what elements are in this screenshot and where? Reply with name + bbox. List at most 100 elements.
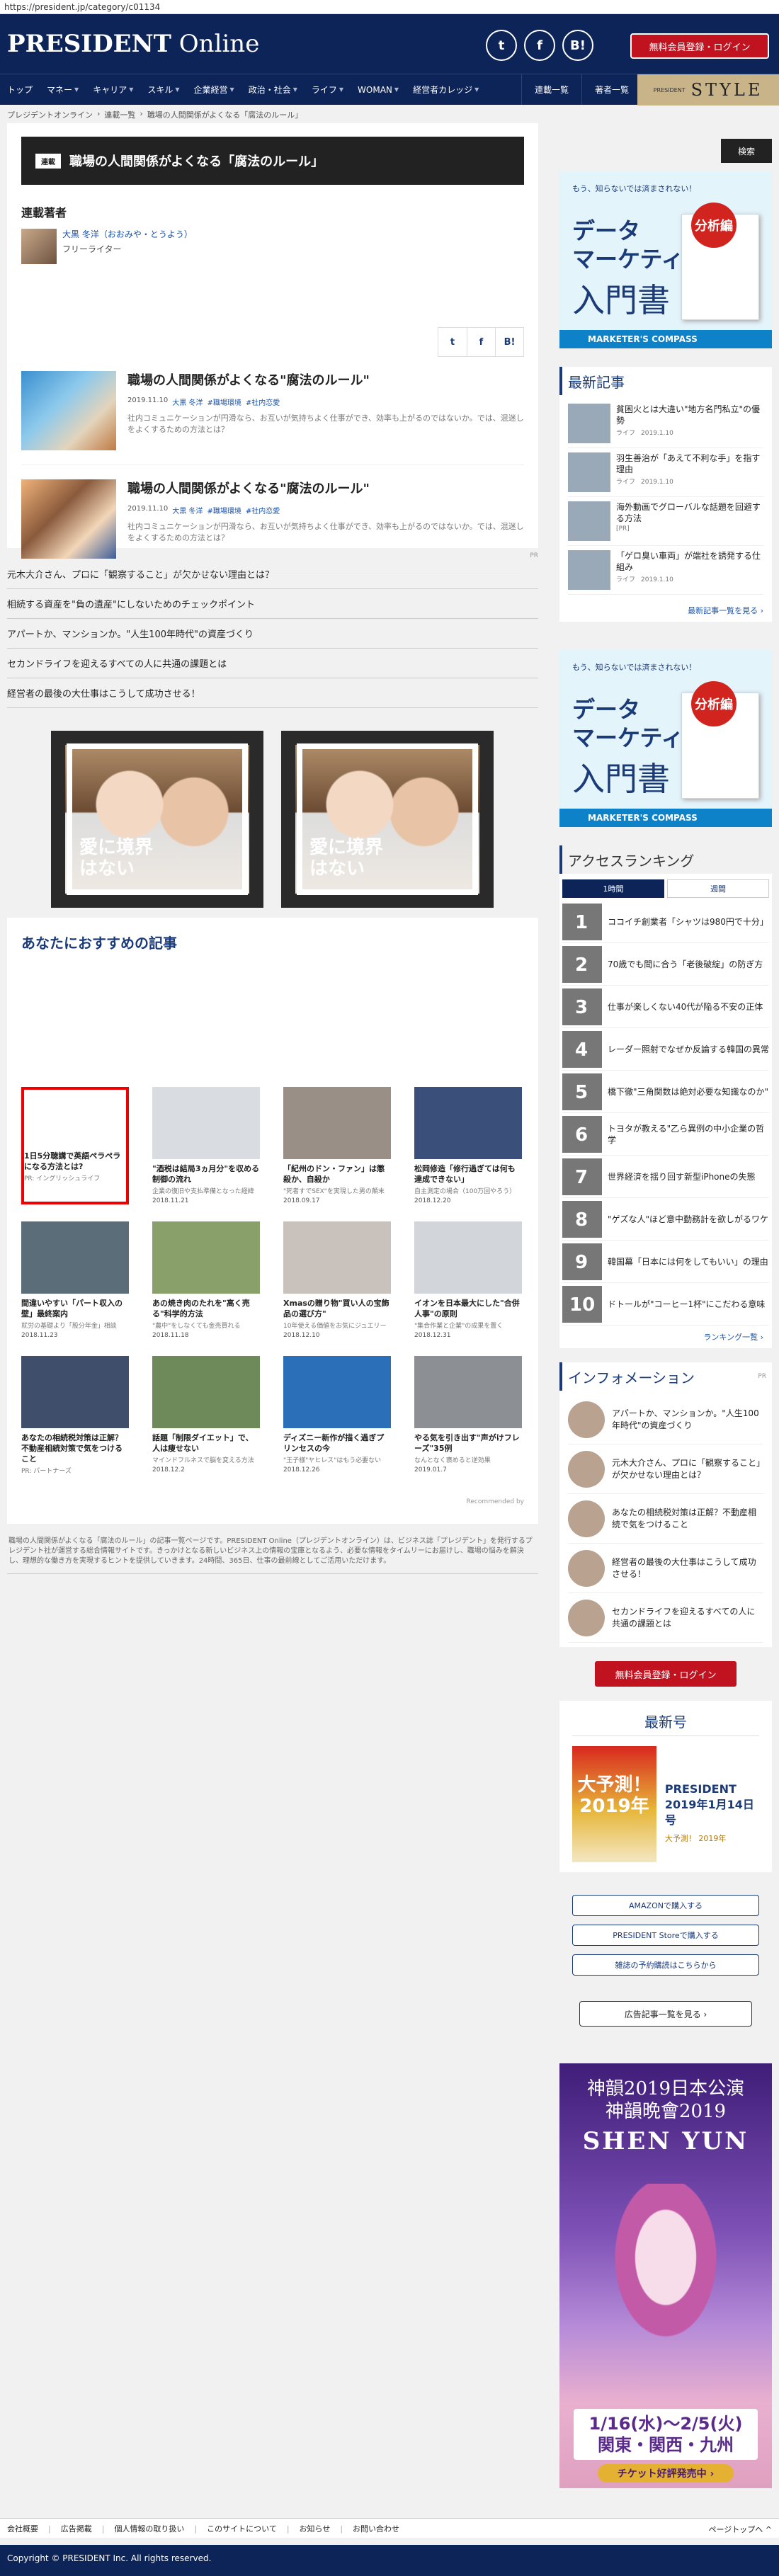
- latest-item[interactable]: 「ゲロ臭い車両」が端社を誘発する仕組み ライフ 2019.1.10: [568, 546, 763, 595]
- info-item[interactable]: セカンドライフを迎えるすべての人に共通の課題とは: [568, 1593, 763, 1643]
- info-item[interactable]: アパートか、マンションか。"人生100年時代"の資産づくり: [568, 1395, 763, 1444]
- ranking-item[interactable]: 7 世界経済を揺り回す新型iPhoneの失態: [562, 1156, 769, 1198]
- recommend-title[interactable]: 話題「制限ダイエット」で、人は痩せない: [152, 1432, 260, 1454]
- search-button[interactable]: 検索: [721, 139, 772, 163]
- recommend-item[interactable]: 1日5分聴講で英語ペラペラになる方法とは? PR: イングリッシュライフ: [21, 1087, 129, 1204]
- recommend-thumbnail[interactable]: [24, 1090, 126, 1146]
- president-style-link[interactable]: PRESIDENT STYLE: [637, 74, 779, 106]
- ranking-thumbnail[interactable]: 1: [562, 903, 602, 940]
- footer-link[interactable]: このサイトについて: [194, 2523, 277, 2534]
- recommend-thumbnail[interactable]: [152, 1087, 260, 1159]
- article-tag[interactable]: #職場環境: [207, 397, 241, 407]
- info-thumbnail[interactable]: [568, 1401, 605, 1438]
- ranking-title[interactable]: 橋下徹"三角関数は絶対必要な知識なのか": [608, 1086, 768, 1098]
- info-item[interactable]: 元木大介さん、プロに「観察すること」が欠かせない理由とは？: [568, 1444, 763, 1494]
- issue-cover[interactable]: 大予測！2019年: [572, 1746, 656, 1862]
- url-bar[interactable]: https://president.jp/category/c01134: [0, 0, 779, 14]
- breadcrumb-item[interactable]: 連載一覧: [104, 109, 135, 120]
- article-title[interactable]: 職場の人間関係がよくなる"腐法のルール": [127, 481, 524, 498]
- info-title[interactable]: 元木大介さん、プロに「観察すること」が欠かせない理由とは？: [612, 1457, 763, 1481]
- tab-weekly[interactable]: 週間: [666, 879, 769, 898]
- recommend-item[interactable]: あの焼き肉のたれを"高く売る"科学的方法 "農中"をしなくても金売買れる 2018.…: [152, 1221, 260, 1339]
- recommended-by[interactable]: Recommended by: [21, 1498, 524, 1505]
- ranking-thumbnail[interactable]: 9: [562, 1243, 602, 1280]
- ranking-thumbnail[interactable]: 5: [562, 1073, 602, 1110]
- pr-link[interactable]: 相続する資産を"負の遺産"にしないためのチェックポイント: [7, 589, 538, 619]
- ranking-thumbnail[interactable]: 4: [562, 1030, 602, 1068]
- nav-item[interactable]: スキル ▼: [140, 74, 186, 105]
- sidebar-ad-1[interactable]: もう、知らないでは済まされない！ データ マーケティング 入門書 分析編 MAR…: [559, 171, 772, 348]
- ranking-thumbnail[interactable]: 7: [562, 1158, 602, 1195]
- nav-item[interactable]: キャリア ▼: [86, 74, 140, 105]
- footer-link[interactable]: 個人情報の取り扱い: [102, 2523, 184, 2534]
- recommend-thumbnail[interactable]: [21, 1356, 129, 1428]
- nav-item[interactable]: ライフ ▼: [305, 74, 351, 105]
- latest-title[interactable]: 海外動画でグローバルな話題を回避する方法: [616, 501, 763, 524]
- info-title[interactable]: あなたの相続税対策は正解？不動産相続で気をつけること: [612, 1507, 763, 1531]
- ranking-item[interactable]: 5 橋下徹"三角関数は絶対必要な知識なのか": [562, 1071, 769, 1113]
- ranking-item[interactable]: 3 仕事が楽しくない40代が陥る不安の正体: [562, 986, 769, 1028]
- ad-banner-left[interactable]: 愛に境界はない: [51, 731, 263, 908]
- ranking-item[interactable]: 4 レーダー照射でなぜか反論する韓国の異常: [562, 1028, 769, 1071]
- ranking-thumbnail[interactable]: 3: [562, 988, 602, 1025]
- tab-hourly[interactable]: 1時間: [562, 879, 664, 898]
- author-photo[interactable]: [21, 229, 57, 264]
- share-twitter-icon[interactable]: t: [438, 328, 467, 356]
- latest-thumbnail[interactable]: [568, 501, 610, 541]
- info-title[interactable]: 経営者の最後の大仕事はこうして成功させる！: [612, 1556, 763, 1580]
- info-title[interactable]: セカンドライフを迎えるすべての人に共通の課題とは: [612, 1606, 763, 1630]
- sidebar-register-button[interactable]: 無料会員登録・ログイン: [595, 1661, 737, 1687]
- recommend-item[interactable]: あなたの相続税対策は正解？不動産相続対策で気をつけること PR: パートナーズ: [21, 1356, 129, 1477]
- recommend-title[interactable]: ディズニー新作が描く過ぎプリンセスの今: [283, 1432, 391, 1454]
- ranking-title[interactable]: レーダー照射でなぜか反論する韓国の異常: [608, 1044, 769, 1055]
- article-tag[interactable]: #社内恋愛: [246, 397, 280, 407]
- nav-item[interactable]: 企業経営 ▼: [187, 74, 241, 105]
- pr-link[interactable]: セカンドライフを迎えるすべての人に共通の課題とは: [7, 649, 538, 678]
- info-thumbnail[interactable]: [568, 1599, 605, 1636]
- recommend-title[interactable]: あなたの相続税対策は正解？不動産相続対策で気をつけること: [21, 1432, 129, 1464]
- share-facebook-icon[interactable]: f: [467, 328, 495, 356]
- facebook-icon[interactable]: f: [524, 30, 555, 61]
- pr-link[interactable]: アパートか、マンションか。"人生100年時代"の資産づくり: [7, 619, 538, 649]
- recommend-title[interactable]: 1日5分聴講で英語ペラペラになる方法とは?: [24, 1151, 126, 1172]
- latest-thumbnail[interactable]: [568, 452, 610, 492]
- ranking-more-link[interactable]: ランキング一覧 ›: [559, 1326, 772, 1348]
- latest-item[interactable]: 貧困火とは大違い"地方名門私立"の優勢 ライフ 2019.1.10: [568, 399, 763, 448]
- footer-link[interactable]: 会社概要: [7, 2523, 38, 2534]
- info-item[interactable]: 経営者の最後の大仕事はこうして成功させる！: [568, 1544, 763, 1593]
- nav-item[interactable]: 政治・社会 ▼: [241, 74, 305, 105]
- nav-item[interactable]: 経営者カレッジ ▼: [406, 74, 486, 105]
- recommend-item[interactable]: 間違いやすい「パート収入の壁」最終案内 就労の基礎より「股分年金」相談 2018.1…: [21, 1221, 129, 1339]
- twitter-icon[interactable]: t: [486, 30, 517, 61]
- recommend-item[interactable]: 松岡修造「修行過ぎては何も達成できない」 自主測定の場合（100万回やろう） 201…: [414, 1087, 522, 1204]
- nav-item[interactable]: トップ: [0, 74, 40, 105]
- nav-series-list[interactable]: 連載一覧: [521, 74, 581, 105]
- shenyun-ad[interactable]: 神韻2019日本公演 神韻晩會2019 SHEN YUN 1/16(水)〜2/5…: [559, 2063, 772, 2488]
- recommend-title[interactable]: Xmasの贈り物"買い人の宝飾品の選び方": [283, 1298, 391, 1319]
- shenyun-ticket[interactable]: チケット好評発売中 ›: [598, 2464, 734, 2483]
- footer-link[interactable]: 広告掲載: [48, 2523, 92, 2534]
- info-item[interactable]: あなたの相続税対策は正解？不動産相続で気をつけること: [568, 1494, 763, 1544]
- article-thumbnail[interactable]: [21, 371, 116, 450]
- ranking-title[interactable]: 韓国幕「日本には何をしてもいい」の理由: [608, 1256, 768, 1267]
- recommend-item[interactable]: ディズニー新作が描く過ぎプリンセスの今 "王子様"ヤヒレス"はもう必要ない 2018…: [283, 1356, 391, 1477]
- recommend-thumbnail[interactable]: [283, 1221, 391, 1294]
- ranking-thumbnail[interactable]: 6: [562, 1115, 602, 1153]
- recommend-title[interactable]: あの焼き肉のたれを"高く売る"科学的方法: [152, 1298, 260, 1319]
- footer-link[interactable]: お知らせ: [287, 2523, 331, 2534]
- site-logo[interactable]: PRESIDENT Online: [7, 30, 259, 58]
- recommend-title[interactable]: 「紀州のドン・ファン」は懲殺か、自殺か: [283, 1163, 391, 1185]
- breadcrumb-item[interactable]: 職場の人間関係がよくなる「腐法のルール」: [147, 109, 302, 120]
- issue-title[interactable]: PRESIDENT 2019年1月14日号: [665, 1782, 759, 1828]
- ranking-title[interactable]: トヨタが教える"乙ら異例の中小企業の哲学: [608, 1123, 769, 1146]
- amazon-buy-button[interactable]: AMAZONで購入する: [572, 1895, 759, 1916]
- recommend-title[interactable]: 松岡修造「修行過ぎては何も達成できない」: [414, 1163, 522, 1185]
- recommend-item[interactable]: やる気を引き出す"声がけフレーズ"35例 なんとなく褒めると逆効果 2019.01.…: [414, 1356, 522, 1477]
- info-thumbnail[interactable]: [568, 1500, 605, 1537]
- nav-item[interactable]: WOMAN ▼: [351, 74, 406, 105]
- ranking-title[interactable]: ドトールが"コーヒー1杯"にこだわる意味: [608, 1299, 765, 1310]
- sidebar-ad-2[interactable]: もう、知らないでは済まされない！ データ マーケティング 入門書 分析編 MAR…: [559, 650, 772, 827]
- article-tag[interactable]: #社内恋愛: [246, 505, 280, 515]
- recommend-item[interactable]: Xmasの贈り物"買い人の宝飾品の選び方" 10年使える価値をお気にジュエリー 20…: [283, 1221, 391, 1339]
- latest-item[interactable]: 海外動画でグローバルな話題を回避する方法 [PR]: [568, 497, 763, 546]
